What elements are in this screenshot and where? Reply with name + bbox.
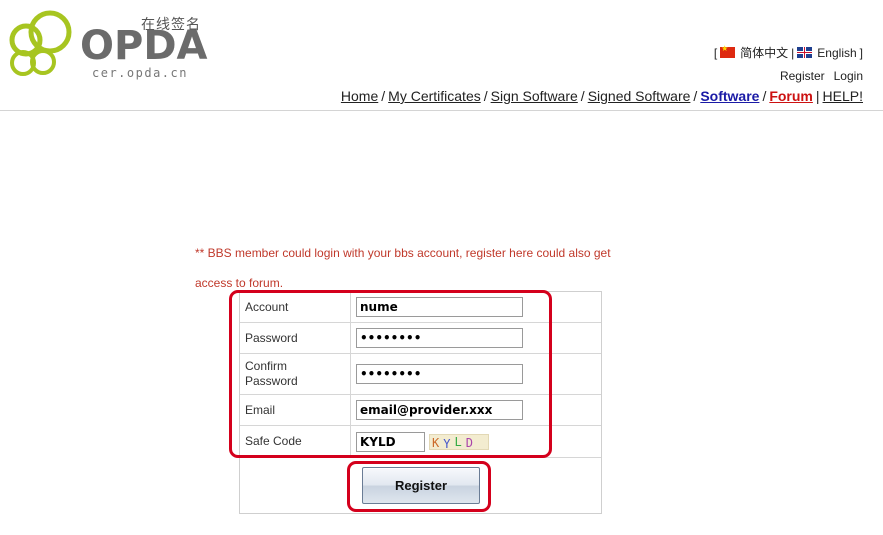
captcha-char: L bbox=[454, 434, 466, 449]
confirm-password-input[interactable] bbox=[356, 364, 523, 384]
register-button[interactable]: Register bbox=[362, 467, 480, 504]
nav-separator: / bbox=[483, 88, 488, 104]
logo-wordmark: OPDA bbox=[80, 23, 208, 69]
password-input[interactable] bbox=[356, 328, 523, 348]
form-row-email: Email bbox=[240, 395, 601, 426]
nav-home[interactable]: Home bbox=[341, 88, 378, 104]
language-english-link[interactable]: English bbox=[817, 46, 856, 60]
language-bracket-open: [ bbox=[713, 45, 718, 60]
language-bracket-close: ] bbox=[859, 45, 863, 60]
submit-row: Register bbox=[240, 458, 601, 514]
email-label: Email bbox=[240, 395, 351, 425]
confirm-password-label-line2: Password bbox=[245, 374, 298, 388]
confirm-password-label-line1: Confirm bbox=[245, 359, 288, 373]
account-label: Account bbox=[240, 292, 351, 322]
uk-flag-icon bbox=[797, 47, 813, 58]
nav-my-certificates[interactable]: My Certificates bbox=[388, 88, 481, 104]
form-row-confirm-password: Confirm Password bbox=[240, 354, 601, 395]
china-flag-icon bbox=[720, 44, 736, 58]
register-link[interactable]: Register bbox=[780, 69, 825, 83]
login-link[interactable]: Login bbox=[834, 69, 863, 83]
nav-separator: | bbox=[815, 88, 820, 104]
language-separator: | bbox=[791, 45, 795, 60]
nav-software[interactable]: Software bbox=[700, 88, 759, 104]
account-input[interactable] bbox=[356, 297, 523, 317]
bbs-notice-line1: ** BBS member could login with your bbs … bbox=[195, 246, 611, 260]
language-chinese-link[interactable]: 简体中文 bbox=[740, 44, 788, 61]
nav-signed-software[interactable]: Signed Software bbox=[588, 88, 691, 104]
registration-form: Account Password Confirm Password Email … bbox=[239, 291, 602, 514]
nav-help[interactable]: HELP! bbox=[823, 88, 863, 104]
email-input[interactable] bbox=[356, 400, 523, 420]
account-links: Register Login bbox=[780, 69, 863, 83]
language-switcher: [ 简体中文 | English ] bbox=[714, 44, 863, 61]
captcha-image[interactable]: KYLD bbox=[429, 433, 489, 450]
captcha-char: K bbox=[432, 435, 444, 450]
nav-separator: / bbox=[580, 88, 585, 104]
captcha-char: D bbox=[465, 435, 477, 450]
safe-code-label: Safe Code bbox=[240, 426, 351, 457]
confirm-password-label: Confirm Password bbox=[240, 354, 351, 394]
opda-logo[interactable]: 在线签名 OPDA cer.opda.cn bbox=[6, 8, 221, 80]
form-row-safe-code: Safe Code KYLD bbox=[240, 426, 601, 458]
nav-separator: / bbox=[693, 88, 698, 104]
header-divider bbox=[0, 110, 883, 111]
form-row-account: Account bbox=[240, 292, 601, 323]
nav-forum[interactable]: Forum bbox=[769, 88, 813, 104]
nav-sign-software[interactable]: Sign Software bbox=[491, 88, 578, 104]
nav-separator: / bbox=[762, 88, 767, 104]
logo-domain: cer.opda.cn bbox=[92, 66, 188, 80]
safe-code-input[interactable] bbox=[356, 431, 425, 452]
main-navigation: Home / My Certificates / Sign Software / Signe… bbox=[341, 88, 863, 104]
nav-separator: / bbox=[381, 88, 386, 104]
bbs-notice: ** BBS member could login with your bbs … bbox=[195, 238, 635, 298]
captcha-char: Y bbox=[443, 436, 455, 450]
password-label: Password bbox=[240, 323, 351, 353]
form-row-password: Password bbox=[240, 323, 601, 354]
